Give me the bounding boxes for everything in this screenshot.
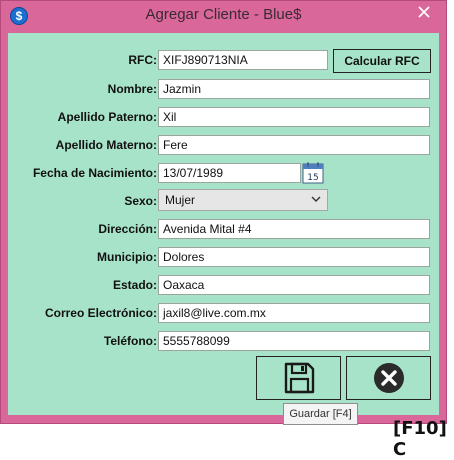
app-window: $ Agregar Cliente - Blue$ RFC: XIFJ89071… <box>0 0 447 424</box>
direccion-field[interactable]: Avenida Mital #4 <box>158 219 430 239</box>
municipio-field[interactable]: Dolores <box>158 247 430 267</box>
x-icon <box>418 6 430 18</box>
estado-label: Estado: <box>112 278 157 292</box>
form-panel: RFC: XIFJ890713NIA Calcular RFC Nombre: … <box>8 33 439 415</box>
rfc-field[interactable]: XIFJ890713NIA <box>158 50 328 70</box>
calcular-rfc-button[interactable]: Calcular RFC <box>333 49 431 73</box>
window-close-button[interactable] <box>408 1 440 23</box>
telefono-field[interactable]: 5555788099 <box>158 331 430 351</box>
sexo-selected-value: Mujer <box>165 193 196 207</box>
sexo-label: Sexo: <box>124 194 157 208</box>
cancel-button[interactable] <box>346 356 431 400</box>
nombre-field[interactable]: Jazmin <box>158 79 430 99</box>
correo-label: Correo Electrónico: <box>44 306 157 320</box>
estado-field[interactable]: Oaxaca <box>158 275 430 295</box>
correo-field[interactable]: jaxil8@live.com.mx <box>158 303 430 323</box>
svg-text:15: 15 <box>307 173 318 183</box>
rfc-label: RFC: <box>128 53 157 67</box>
save-tooltip: Guardar [F4] <box>283 403 358 425</box>
direccion-label: Dirección: <box>98 222 157 236</box>
apellido-materno-field[interactable]: Fere <box>158 135 430 155</box>
calendar-icon[interactable]: 15 <box>302 162 324 184</box>
chevron-down-icon <box>311 196 321 202</box>
telefono-label: Teléfono: <box>103 334 157 348</box>
close-circle-icon <box>373 363 404 393</box>
sexo-select[interactable]: Mujer <box>158 189 328 211</box>
title-bar: $ Agregar Cliente - Blue$ <box>1 1 446 33</box>
apellido-materno-label: Apellido Materno: <box>55 138 157 152</box>
municipio-label: Municipio: <box>97 250 157 264</box>
apellido-paterno-field[interactable]: Xil <box>158 107 430 127</box>
fecha-nacimiento-field[interactable]: 13/07/1989 <box>158 163 301 183</box>
window-title: Agregar Cliente - Blue$ <box>145 6 302 23</box>
save-button[interactable] <box>256 356 341 400</box>
background-window-text: [F10] C <box>393 418 447 460</box>
apellido-paterno-label: Apellido Paterno: <box>57 110 157 124</box>
floppy-disk-icon <box>284 362 314 394</box>
fecha-nacimiento-label: Fecha de Nacimiento: <box>32 166 157 180</box>
nombre-label: Nombre: <box>107 82 157 96</box>
